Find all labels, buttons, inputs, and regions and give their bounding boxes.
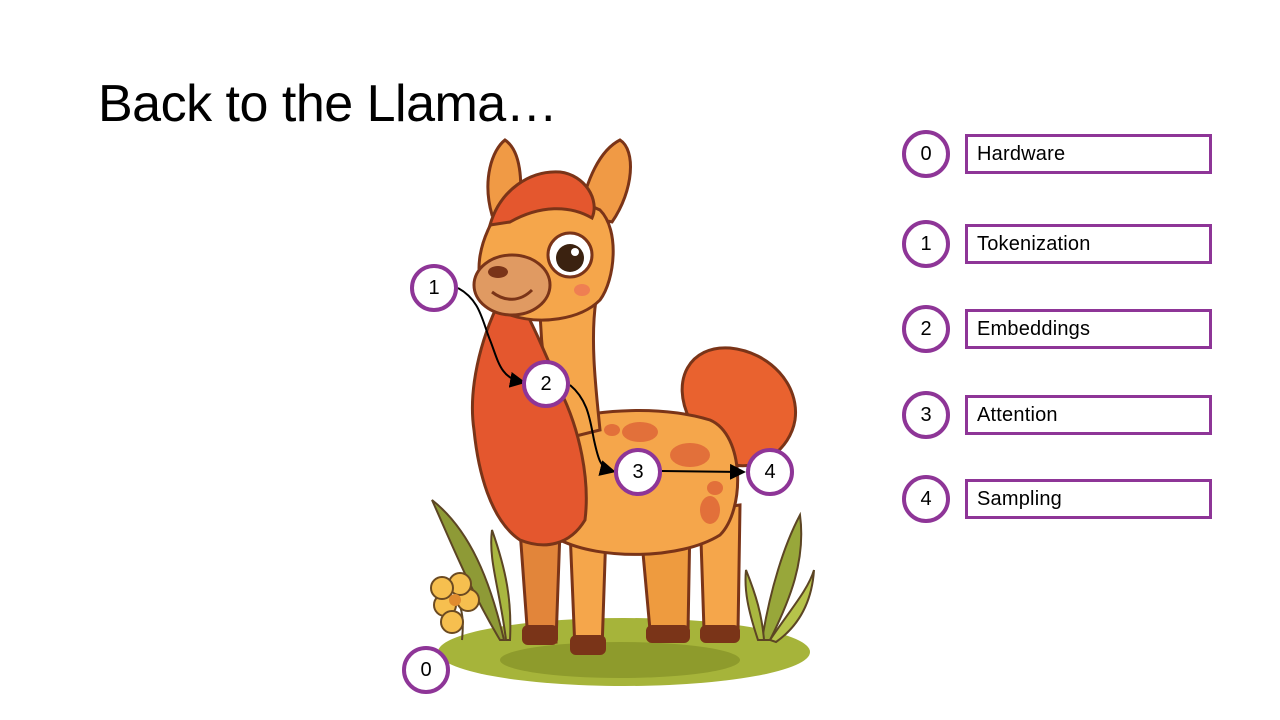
connector-1-to-2 [457,287,526,388]
connector-2-to-3 [569,384,616,476]
marker-2: 2 [522,360,570,408]
marker-0: 0 [402,646,450,694]
slide: Back to the Llama… 0 1 2 3 4 0 Hardware … [0,0,1280,720]
marker-1-number: 1 [428,276,440,299]
marker-1: 1 [410,264,458,312]
marker-4-number: 4 [764,460,776,483]
step-connectors [457,287,746,480]
marker-0-number: 0 [420,658,432,681]
marker-3: 3 [614,448,662,496]
marker-4: 4 [746,448,794,496]
marker-3-number: 3 [632,460,644,483]
connector-3-to-4 [661,463,746,480]
marker-2-number: 2 [540,372,552,395]
